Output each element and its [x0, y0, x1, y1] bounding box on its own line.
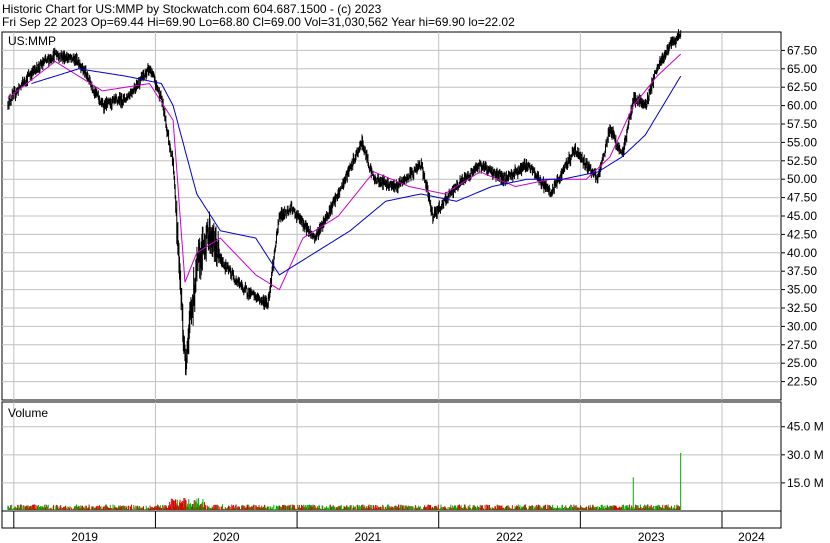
price-tick-label: 42.50	[787, 227, 817, 241]
price-tick-label: 65.00	[787, 62, 817, 76]
price-tick-label: 55.00	[787, 135, 817, 149]
volume-bars	[7, 452, 682, 511]
chart-canvas: Historic Chart for US:MMP by Stockwatch.…	[0, 0, 830, 543]
year-label: 2019	[71, 530, 98, 543]
volume-tick-label: 30.0 M	[787, 448, 824, 462]
year-label: 2023	[638, 530, 665, 543]
volume-tick-label: 45.0 M	[787, 420, 824, 434]
chart-svg: Historic Chart for US:MMP by Stockwatch.…	[1, 2, 824, 543]
price-tick-label: 57.50	[787, 117, 817, 131]
moving-average-long-line	[31, 68, 682, 276]
price-tick-label: 62.50	[787, 80, 817, 94]
price-tick-label: 27.50	[787, 338, 817, 352]
price-tick-label: 22.50	[787, 375, 817, 389]
chart-header-title: Historic Chart for US:MMP by Stockwatch.…	[2, 2, 382, 16]
price-tick-label: 35.00	[787, 283, 817, 297]
price-tick-label: 60.00	[787, 99, 817, 113]
chart-header-quote: Fri Sep 22 2023 Op=69.44 Hi=69.90 Lo=68.…	[2, 15, 515, 29]
volume-panel-frame	[1, 401, 782, 512]
price-tick-label: 47.50	[787, 191, 817, 205]
price-bars	[7, 29, 682, 376]
year-label: 2021	[355, 530, 382, 543]
year-label: 2022	[496, 530, 523, 543]
price-tick-label: 30.00	[787, 319, 817, 333]
price-tick-label: 45.00	[787, 209, 817, 223]
price-tick-label: 32.50	[787, 301, 817, 315]
price-tick-label: 67.50	[787, 43, 817, 57]
moving-average-short-line	[7, 53, 682, 291]
volume-tick-label: 15.0 M	[787, 476, 824, 490]
volume-panel-label: Volume	[8, 406, 48, 420]
year-label: 2024	[738, 530, 765, 543]
price-tick-label: 40.00	[787, 246, 817, 260]
price-tick-label: 50.00	[787, 172, 817, 186]
year-label: 2020	[213, 530, 240, 543]
price-tick-label: 37.50	[787, 264, 817, 278]
price-tick-label: 25.00	[787, 356, 817, 370]
symbol-label: US:MMP	[8, 34, 56, 48]
price-tick-label: 52.50	[787, 154, 817, 168]
time-axis-frame	[1, 510, 782, 529]
